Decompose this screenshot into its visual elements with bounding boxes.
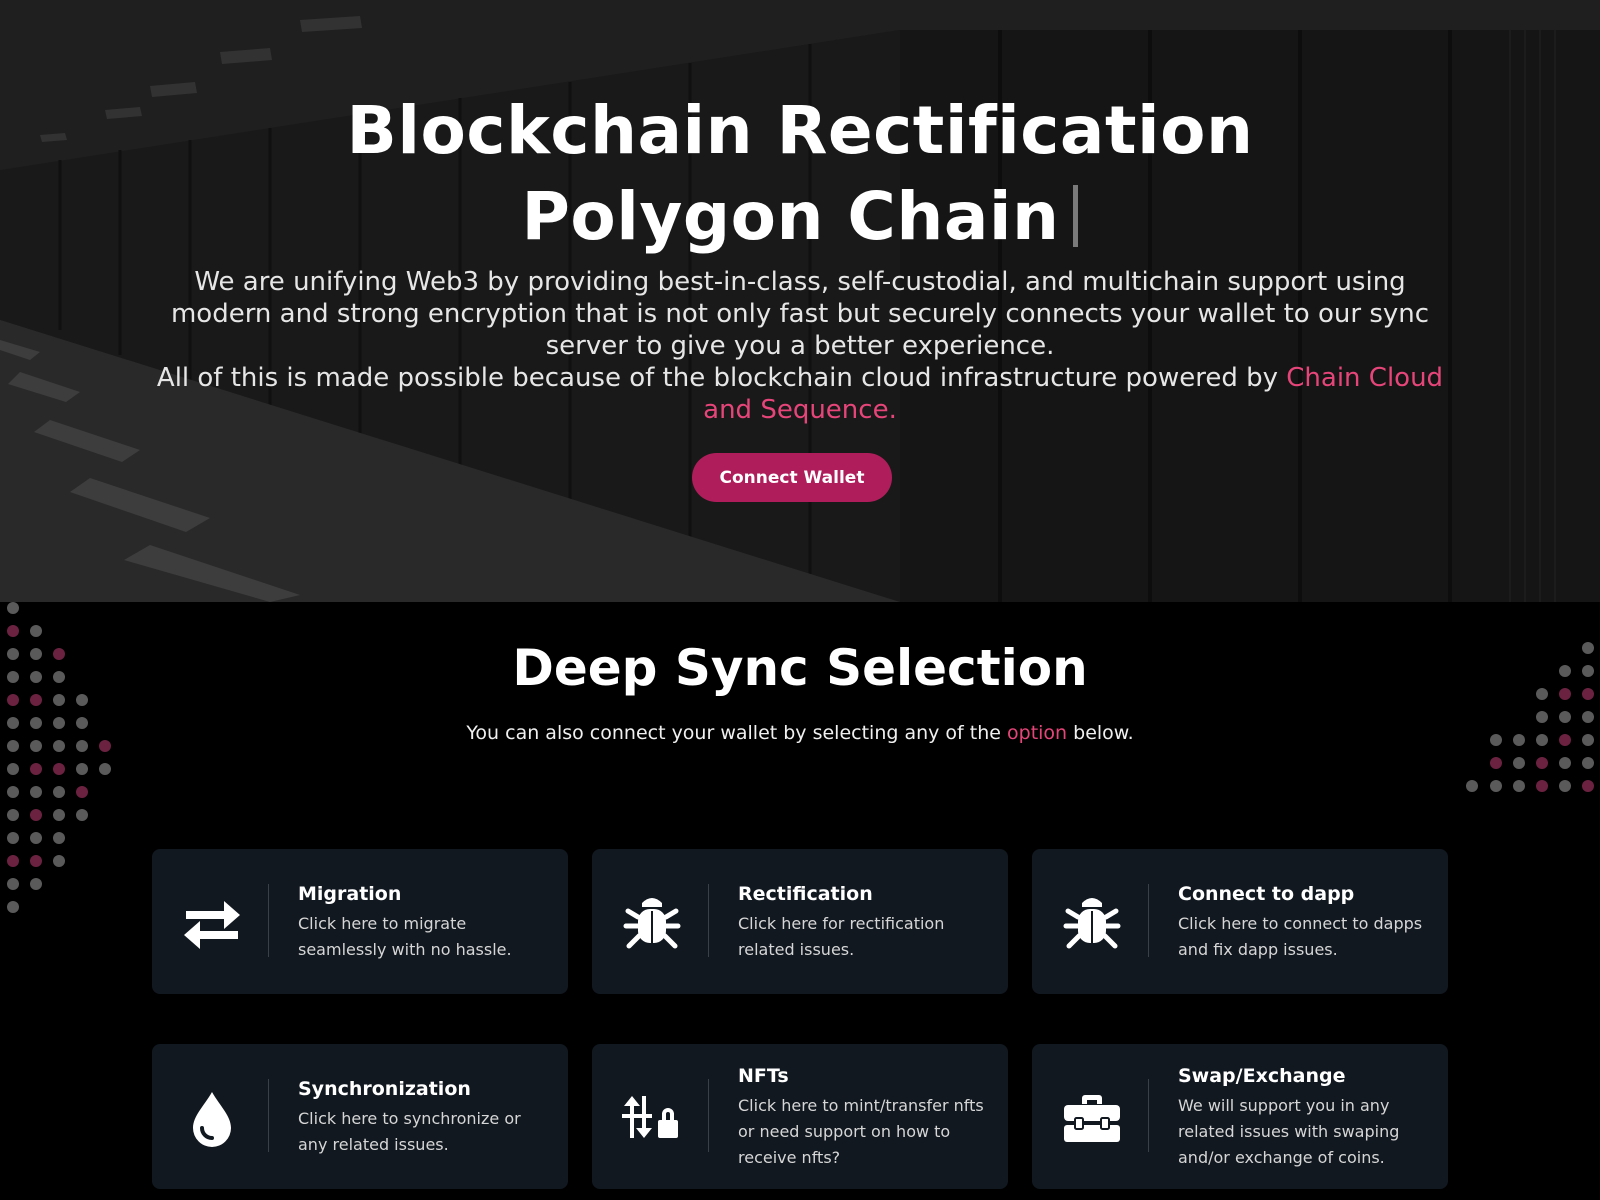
card-description: Click here to mint/transfer nfts or need… — [738, 1096, 984, 1167]
connect-wallet-button[interactable]: Connect Wallet — [692, 453, 892, 502]
hero-paragraph-1: We are unifying Web3 by providing best-i… — [170, 267, 1430, 361]
card-title: Rectification — [738, 883, 873, 905]
decorative-dot — [1466, 780, 1478, 792]
card-migration[interactable]: Migration Click here to migrate seamless… — [152, 849, 568, 994]
card-body: Migration Click here to migrate seamless… — [298, 849, 548, 994]
decorative-dot — [53, 832, 65, 844]
card-nfts[interactable]: NFTs Click here to mint/transfer nfts or… — [592, 1044, 1008, 1189]
typing-cursor — [1073, 185, 1079, 247]
bug-icon — [622, 893, 682, 953]
arrows-exchange-icon — [182, 893, 242, 953]
decorative-dot — [7, 786, 19, 798]
card-title: NFTs — [738, 1065, 789, 1087]
decorative-dot — [7, 855, 19, 867]
card-title: Synchronization — [298, 1078, 471, 1100]
card-description: Click here to migrate seamlessly with no… — [298, 914, 512, 959]
hero-paragraph-2-text: All of this is made possible because of … — [156, 363, 1287, 393]
card-description: Click here to connect to dapps and fix d… — [1178, 914, 1423, 959]
decorative-dot — [7, 602, 19, 614]
section-title: Deep Sync Selection — [512, 639, 1088, 697]
hero-title: Blockchain Rectification Polygon Chain — [0, 88, 1600, 260]
decorative-dot — [1582, 780, 1594, 792]
decorative-dot — [30, 855, 42, 867]
card-divider — [268, 1079, 269, 1152]
decorative-dot — [1559, 757, 1571, 769]
card-synchronization[interactable]: Synchronization Click here to synchroniz… — [152, 1044, 568, 1189]
decorative-dot — [7, 763, 19, 775]
card-divider — [1148, 1079, 1149, 1152]
card-body: Swap/Exchange We will support you in any… — [1178, 1044, 1428, 1189]
deep-sync-section: Deep Sync Selection You can also connect… — [0, 602, 1600, 1200]
decorative-dot — [53, 809, 65, 821]
section-subtitle-prefix: You can also connect your wallet by sele… — [466, 722, 1008, 744]
decorative-dot — [53, 763, 65, 775]
card-description: Click here for rectification related iss… — [738, 914, 945, 959]
decorative-dot — [30, 809, 42, 821]
decorative-dot — [1490, 757, 1502, 769]
card-title: Swap/Exchange — [1178, 1065, 1346, 1087]
hero-section: Blockchain Rectification Polygon Chain W… — [0, 0, 1600, 602]
decorative-dot — [76, 786, 88, 798]
decorative-dot — [53, 855, 65, 867]
card-title: Connect to dapp — [1178, 883, 1355, 905]
decorative-dot — [76, 809, 88, 821]
section-subtitle: You can also connect your wallet by sele… — [0, 720, 1600, 746]
decorative-dot — [1536, 757, 1548, 769]
card-body: Connect to dapp Click here to connect to… — [1178, 849, 1428, 994]
decorative-dot — [99, 763, 111, 775]
decorative-dot — [7, 901, 19, 913]
card-divider — [708, 884, 709, 957]
card-rectification[interactable]: Rectification Click here for rectificati… — [592, 849, 1008, 994]
card-title: Migration — [298, 883, 402, 905]
card-body: NFTs Click here to mint/transfer nfts or… — [738, 1044, 988, 1189]
card-divider — [1148, 884, 1149, 957]
decorative-dot — [1490, 780, 1502, 792]
hero-title-line1: Blockchain Rectification — [346, 92, 1254, 169]
section-subtitle-suffix: below. — [1067, 722, 1134, 744]
decorative-dot — [1513, 780, 1525, 792]
card-description: We will support you in any related issue… — [1178, 1096, 1400, 1167]
card-divider — [708, 1079, 709, 1152]
decorative-dot — [7, 878, 19, 890]
hero-paragraph-2: All of this is made possible because of … — [150, 362, 1450, 426]
decorative-dot — [7, 809, 19, 821]
card-description: Click here to synchronize or any related… — [298, 1109, 521, 1154]
sort-lock-icon — [622, 1088, 682, 1148]
card-body: Rectification Click here for rectificati… — [738, 849, 988, 994]
bug-icon — [1062, 893, 1122, 953]
card-connect-dapp[interactable]: Connect to dapp Click here to connect to… — [1032, 849, 1448, 994]
decorative-dot — [30, 786, 42, 798]
hero-description: We are unifying Web3 by providing best-i… — [150, 266, 1450, 426]
decorative-dot — [30, 878, 42, 890]
card-swap-exchange[interactable]: Swap/Exchange We will support you in any… — [1032, 1044, 1448, 1189]
droplet-icon — [182, 1088, 242, 1148]
decorative-dot — [7, 832, 19, 844]
hero-title-line2-wrap: Polygon Chain — [0, 174, 1600, 260]
decorative-dot — [1582, 757, 1594, 769]
card-divider — [268, 884, 269, 957]
decorative-dot — [30, 763, 42, 775]
decorative-dot — [1513, 757, 1525, 769]
card-body: Synchronization Click here to synchroniz… — [298, 1044, 548, 1189]
decorative-dot — [76, 763, 88, 775]
decorative-dot — [30, 832, 42, 844]
decorative-dot — [53, 786, 65, 798]
option-link[interactable]: option — [1007, 722, 1067, 744]
decorative-dot — [1536, 780, 1548, 792]
decorative-dot — [1559, 780, 1571, 792]
hero-title-line2: Polygon Chain — [521, 178, 1060, 255]
toolbox-icon — [1062, 1088, 1122, 1148]
